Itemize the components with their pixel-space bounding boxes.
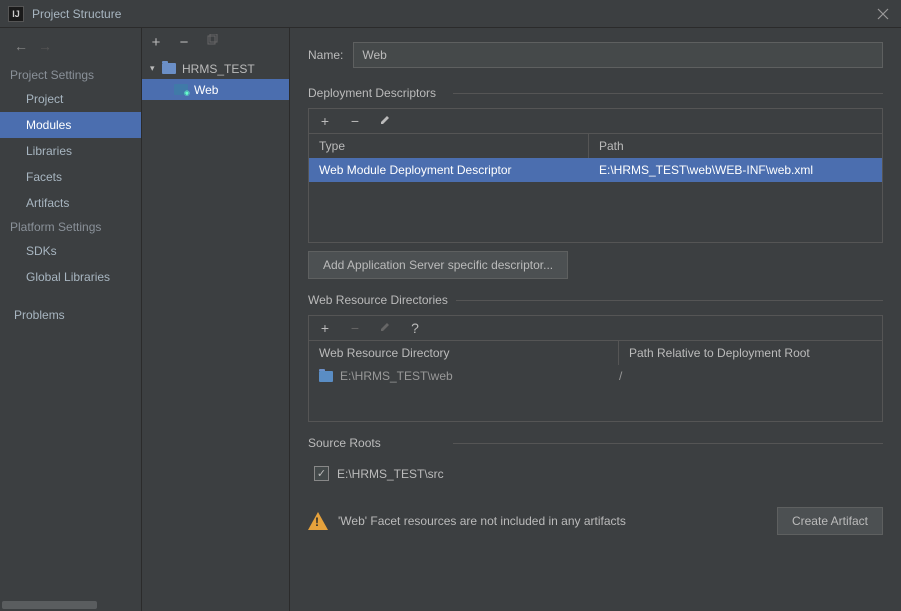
deploy-toolbar: + −	[309, 109, 882, 133]
add-icon[interactable]: +	[148, 34, 164, 51]
app-icon: IJ	[8, 6, 24, 22]
source-roots-section: Source Roots ✓ E:\HRMS_TEST\src	[308, 436, 883, 489]
deploy-section-title: Deployment Descriptors	[308, 86, 883, 100]
create-artifact-button[interactable]: Create Artifact	[777, 507, 883, 535]
close-icon[interactable]	[875, 6, 891, 22]
window-title: Project Structure	[32, 7, 121, 21]
deploy-table-head: Type Path	[309, 133, 882, 158]
web-facet-icon	[174, 84, 188, 95]
col-webres-dir: Web Resource Directory	[309, 341, 619, 365]
platform-settings-heading: Platform Settings	[0, 216, 141, 238]
titlebar: IJ Project Structure	[0, 0, 901, 28]
settings-sidebar: ← → Project Settings Project Modules Lib…	[0, 28, 142, 611]
web-resource-section: Web Resource Directories + − ? Web Resou…	[308, 293, 883, 422]
warning-row: 'Web' Facet resources are not included i…	[308, 503, 883, 539]
nav-forward-icon[interactable]: →	[38, 38, 52, 54]
tree-item-root[interactable]: ▾ HRMS_TEST	[142, 58, 289, 79]
tree-root-label: HRMS_TEST	[182, 62, 255, 76]
deploy-remove-icon[interactable]: −	[347, 113, 363, 129]
webres-help-icon[interactable]: ?	[407, 320, 423, 336]
name-label: Name:	[308, 48, 343, 62]
source-roots-title: Source Roots	[308, 436, 883, 450]
remove-icon[interactable]: −	[176, 34, 192, 51]
webres-table: + − ? Web Resource Directory Path Relati…	[308, 315, 883, 422]
webres-rel-cell: /	[619, 369, 872, 383]
sidebar-item-artifacts[interactable]: Artifacts	[0, 190, 141, 216]
source-root-item[interactable]: ✓ E:\HRMS_TEST\src	[308, 458, 883, 489]
webres-dir-cell: E:\HRMS_TEST\web	[319, 369, 619, 383]
copy-icon[interactable]	[204, 34, 220, 51]
webres-remove-icon[interactable]: −	[347, 320, 363, 336]
warning-text: 'Web' Facet resources are not included i…	[338, 514, 767, 528]
project-settings-heading: Project Settings	[0, 64, 141, 86]
webres-table-head: Web Resource Directory Path Relative to …	[309, 340, 882, 365]
deploy-add-icon[interactable]: +	[317, 113, 333, 129]
deployment-descriptors-section: Deployment Descriptors + − Type Path Web…	[308, 86, 883, 279]
table-empty-space	[309, 182, 882, 242]
deploy-row-path: E:\HRMS_TEST\web\WEB-INF\web.xml	[589, 158, 882, 182]
webres-edit-icon[interactable]	[377, 320, 393, 336]
sidebar-item-modules[interactable]: Modules	[0, 112, 141, 138]
table-empty-space	[309, 387, 882, 421]
module-tree: ▾ HRMS_TEST Web	[142, 56, 289, 100]
name-row: Name:	[308, 42, 883, 68]
sidebar-item-project[interactable]: Project	[0, 86, 141, 112]
source-root-checkbox[interactable]: ✓	[314, 466, 329, 481]
webres-dir-value: E:\HRMS_TEST\web	[340, 369, 453, 383]
col-type: Type	[309, 134, 589, 158]
webres-toolbar: + − ?	[309, 316, 882, 340]
module-tree-panel: + − ▾ HRMS_TEST Web	[142, 28, 290, 611]
col-webres-rel: Path Relative to Deployment Root	[619, 341, 882, 365]
source-root-path: E:\HRMS_TEST\src	[337, 467, 444, 481]
tree-item-web[interactable]: Web	[142, 79, 289, 100]
sidebar-item-global-libraries[interactable]: Global Libraries	[0, 264, 141, 290]
content-panel: Name: Deployment Descriptors + − Type Pa…	[290, 28, 901, 611]
tree-toolbar: + −	[142, 28, 289, 56]
nav-back-icon[interactable]: ←	[14, 38, 28, 54]
webres-section-title: Web Resource Directories	[308, 293, 883, 307]
sidebar-item-libraries[interactable]: Libraries	[0, 138, 141, 164]
deploy-row-type: Web Module Deployment Descriptor	[309, 158, 589, 182]
webres-row[interactable]: E:\HRMS_TEST\web /	[309, 365, 882, 387]
deploy-row[interactable]: Web Module Deployment Descriptor E:\HRMS…	[309, 158, 882, 182]
expand-icon[interactable]: ▾	[150, 63, 158, 74]
sidebar-item-problems[interactable]: Problems	[0, 302, 141, 328]
webres-add-icon[interactable]: +	[317, 320, 333, 336]
tree-web-label: Web	[194, 83, 218, 97]
sidebar-scrollbar[interactable]	[2, 601, 97, 609]
facet-name-input[interactable]	[353, 42, 883, 68]
add-server-descriptor-button[interactable]: Add Application Server specific descript…	[308, 251, 568, 279]
sidebar-item-sdks[interactable]: SDKs	[0, 238, 141, 264]
col-path: Path	[589, 134, 882, 158]
warning-icon	[308, 512, 328, 530]
main-layout: ← → Project Settings Project Modules Lib…	[0, 28, 901, 611]
sidebar-item-facets[interactable]: Facets	[0, 164, 141, 190]
folder-icon	[162, 63, 176, 74]
deploy-table: + − Type Path Web Module Deployment Desc…	[308, 108, 883, 243]
nav-history: ← →	[0, 34, 141, 64]
folder-icon	[319, 371, 333, 382]
deploy-edit-icon[interactable]	[377, 113, 393, 129]
